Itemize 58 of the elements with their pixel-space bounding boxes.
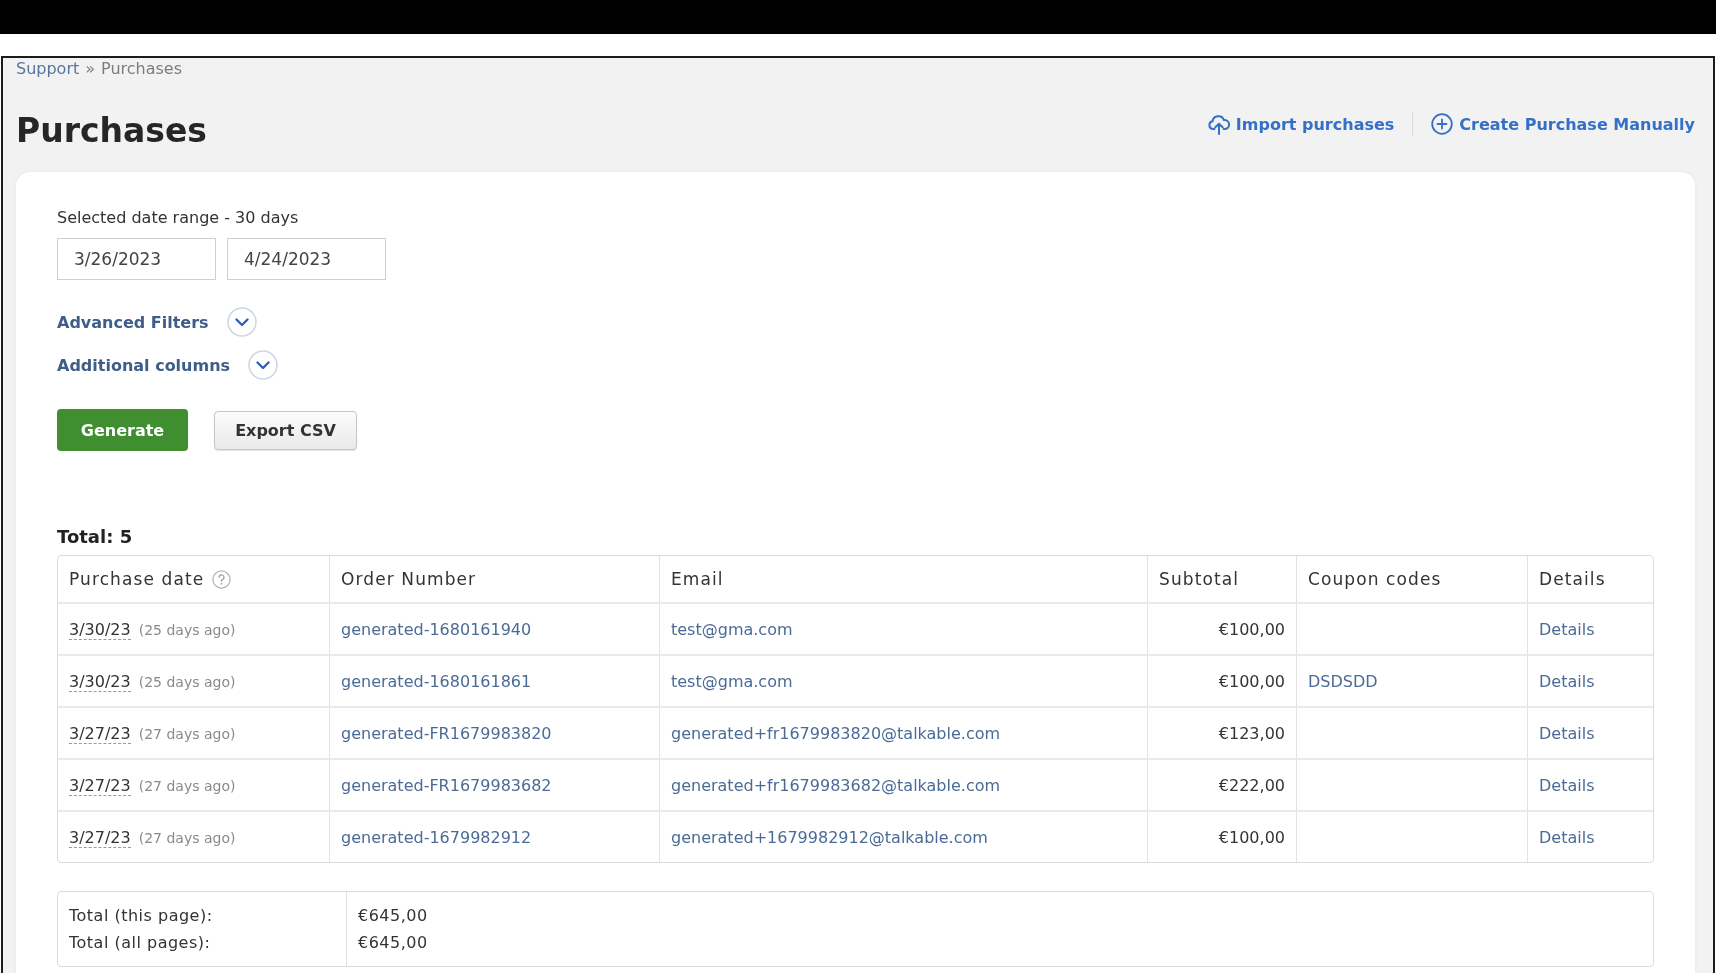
purchase-date: 3/30/23: [69, 671, 131, 692]
email-link[interactable]: test@gma.com: [671, 619, 793, 639]
details-link[interactable]: Details: [1539, 775, 1595, 795]
details-link[interactable]: Details: [1539, 619, 1595, 639]
subtotal-cell: €222,00: [1148, 760, 1297, 812]
coupon-link[interactable]: DSDSDD: [1308, 671, 1378, 691]
breadcrumb-separator: »: [85, 59, 96, 79]
total-count: Total: 5: [57, 525, 133, 549]
order-link[interactable]: generated-1680161861: [341, 671, 532, 691]
column-header: Email: [671, 569, 724, 589]
relative-time: (27 days ago): [138, 829, 236, 846]
create-link[interactable]: Create Purchase Manually: [1431, 113, 1695, 135]
date-range-label: Selected date range - 30 days: [57, 208, 299, 228]
order-link[interactable]: generated-1680161940: [341, 619, 532, 639]
email-link[interactable]: generated+fr1679983682@talkable.com: [671, 775, 1001, 795]
subtotal-cell: €100,00: [1148, 656, 1297, 708]
purchase-date: 3/27/23: [69, 775, 131, 796]
generate-button[interactable]: Generate: [57, 409, 188, 451]
purchase-date: 3/27/23: [69, 827, 131, 848]
total-label: Total (all pages):: [69, 932, 211, 954]
order-link[interactable]: generated-1679982912: [341, 827, 532, 847]
column-header: Order Number: [341, 569, 477, 589]
total-value: €645,00: [358, 905, 428, 927]
page-title: Purchases: [16, 111, 207, 151]
breadcrumb-current: Purchases: [101, 59, 183, 79]
order-link[interactable]: generated-FR1679983682: [341, 775, 552, 795]
start-date-field[interactable]: 3/26/2023: [57, 238, 216, 280]
export-button[interactable]: Export CSV: [214, 410, 357, 450]
column-header: Coupon codes: [1308, 569, 1442, 589]
details-link[interactable]: Details: [1539, 723, 1595, 743]
relative-time: (25 days ago): [138, 673, 236, 690]
order-link[interactable]: generated-FR1679983820: [341, 723, 552, 743]
relative-time: (27 days ago): [138, 725, 236, 742]
email-link[interactable]: generated+fr1679983820@talkable.com: [671, 723, 1001, 743]
column-header: Details: [1539, 569, 1606, 589]
details-link[interactable]: Details: [1539, 671, 1595, 691]
end-date-field[interactable]: 4/24/2023: [227, 238, 386, 280]
breadcrumb-link[interactable]: Support: [16, 59, 80, 79]
total-label: Total (this page):: [69, 905, 213, 927]
cloud-upload-icon: [1207, 113, 1230, 135]
relative-time: (25 days ago): [138, 621, 236, 638]
column-header: Subtotal: [1159, 569, 1240, 589]
relative-time: (27 days ago): [138, 777, 236, 794]
email-link[interactable]: generated+1679982912@talkable.com: [671, 827, 988, 847]
plus-circle-icon: [1431, 113, 1454, 135]
subtotal-cell: €100,00: [1148, 812, 1297, 862]
details-link[interactable]: Details: [1539, 827, 1595, 847]
help-icon[interactable]: [212, 569, 232, 589]
subtotal-cell: €100,00: [1148, 604, 1297, 656]
purchase-date: 3/27/23: [69, 723, 131, 744]
total-value: €645,00: [358, 932, 428, 954]
column-header: Purchase date: [69, 569, 205, 589]
expand-toggle[interactable]: Advanced Filters: [57, 307, 257, 337]
subtotal-cell: €123,00: [1148, 708, 1297, 760]
expand-toggle[interactable]: Additional columns: [57, 350, 279, 380]
purchase-date: 3/30/23: [69, 619, 131, 640]
import-link[interactable]: Import purchases: [1207, 113, 1395, 135]
email-link[interactable]: test@gma.com: [671, 671, 793, 691]
